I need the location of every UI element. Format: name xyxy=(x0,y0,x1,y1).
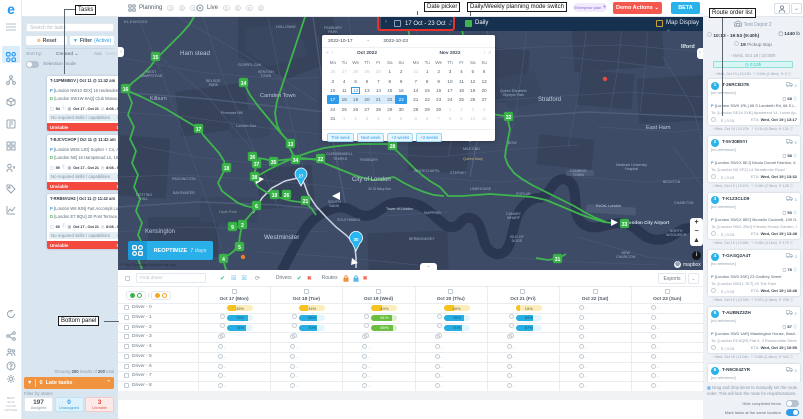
svg-text:27: 27 xyxy=(299,174,304,179)
svg-text:2: 2 xyxy=(241,223,244,229)
svg-text:14: 14 xyxy=(241,81,247,87)
svg-text:37: 37 xyxy=(254,162,260,168)
svg-text:9: 9 xyxy=(231,225,234,231)
svg-text:34: 34 xyxy=(293,158,299,164)
svg-text:4: 4 xyxy=(222,257,225,263)
svg-text:33: 33 xyxy=(622,222,628,228)
svg-text:31: 31 xyxy=(555,257,561,263)
svg-text:13: 13 xyxy=(288,142,294,148)
svg-text:30: 30 xyxy=(353,237,359,242)
svg-text:5: 5 xyxy=(238,245,241,251)
svg-text:21: 21 xyxy=(303,199,309,205)
svg-text:19: 19 xyxy=(272,193,278,199)
svg-text:35: 35 xyxy=(271,160,277,166)
svg-text:16: 16 xyxy=(123,87,129,93)
svg-text:18: 18 xyxy=(224,166,230,172)
svg-text:38: 38 xyxy=(252,175,258,181)
svg-text:32: 32 xyxy=(506,115,512,121)
svg-text:17: 17 xyxy=(196,127,202,133)
svg-text:22: 22 xyxy=(318,157,324,163)
svg-text:26: 26 xyxy=(284,193,290,199)
svg-text:6: 6 xyxy=(255,204,258,210)
svg-text:15: 15 xyxy=(153,55,159,61)
